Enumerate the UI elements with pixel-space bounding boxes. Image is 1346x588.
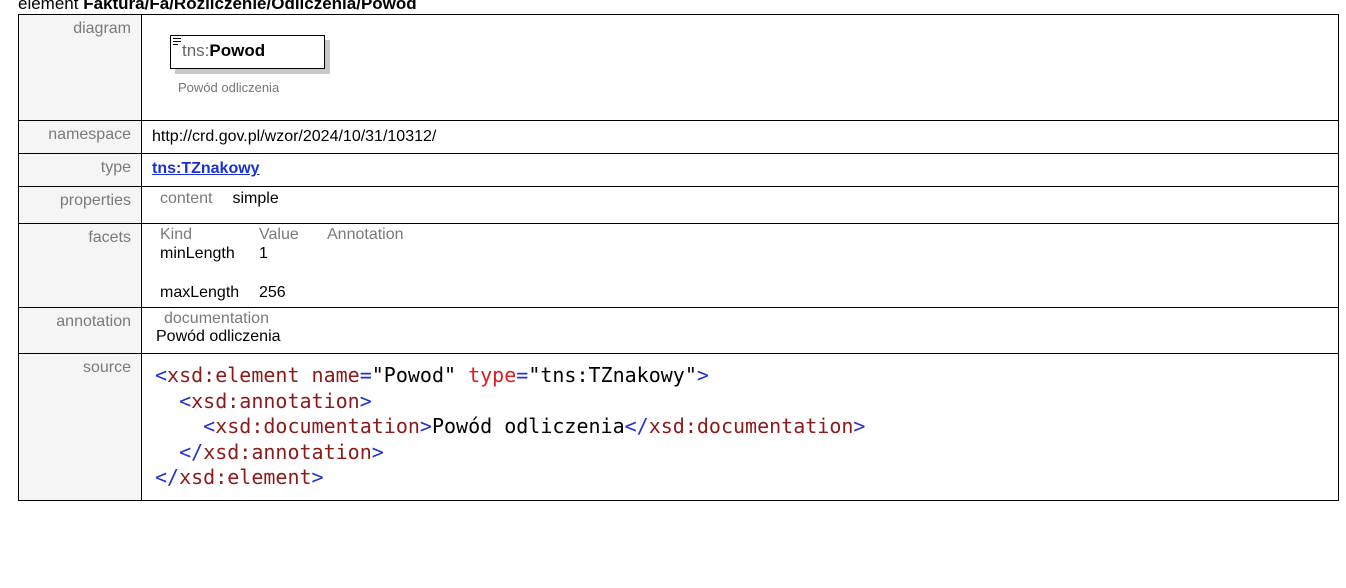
annotation-key: documentation: [164, 310, 269, 327]
source-line: <xsd:documentation>Powód odliczenia</xsd…: [203, 414, 866, 438]
properties-table: content simple: [152, 187, 1338, 208]
heading-prefix: element: [18, 0, 79, 13]
properties-row: properties content simple: [18, 186, 1339, 224]
diagram-label: diagram: [18, 14, 142, 121]
page-heading: element Faktura/Fa/Rozliczenie/Odliczeni…: [18, 0, 417, 14]
source-label: source: [18, 353, 142, 501]
diagram-element-name: tns:Powod: [182, 41, 265, 61]
facets-header-kind: Kind: [160, 226, 193, 243]
annotation-table: documentation Powód odliczenia: [152, 308, 1338, 346]
type-link[interactable]: tns:TZnakowy: [152, 154, 260, 178]
annotation-row: annotation documentation Powód odliczeni…: [18, 307, 1339, 354]
facets-header-annotation: Annotation: [327, 226, 404, 243]
source-code: <xsd:element name="Powod" type="tns:TZna…: [152, 354, 1338, 491]
facet-value: 1: [259, 245, 268, 262]
facet-kind: maxLength: [160, 284, 240, 301]
property-key: content: [160, 190, 213, 207]
diagram-cell: tns:Powod Powód odliczenia: [141, 14, 1339, 121]
facets-label: facets: [18, 223, 142, 308]
source-row: source <xsd:element name="Powod" type="t…: [18, 353, 1339, 501]
facet-value: 256: [259, 284, 286, 301]
element-diagram-box[interactable]: tns:Powod: [170, 35, 325, 69]
facet-kind: minLength: [160, 245, 235, 262]
facet-row: maxLength 256: [160, 284, 1338, 302]
element-documentation-table: diagram tns:Powod Powód odliczenia names…: [18, 14, 1339, 501]
type-label: type: [18, 153, 142, 187]
annotation-lines-icon: [173, 38, 181, 47]
diagram-documentation: Powód odliczenia: [178, 80, 280, 95]
heading-path: Faktura/Fa/Rozliczenie/Odliczenia/Powod: [83, 0, 417, 13]
property-value: simple: [232, 190, 279, 207]
facets-header: Kind Value Annotation: [160, 226, 1338, 244]
type-row: type tns:TZnakowy: [18, 153, 1339, 187]
source-line: </xsd:element>: [155, 465, 324, 489]
facet-row: minLength 1: [160, 245, 1338, 263]
diagram-name: Powod: [209, 41, 266, 60]
namespace-label: namespace: [18, 120, 142, 154]
namespace-row: namespace http://crd.gov.pl/wzor/2024/10…: [18, 120, 1339, 154]
annotation-label: annotation: [18, 307, 142, 354]
namespace-value: http://crd.gov.pl/wzor/2024/10/31/10312/: [152, 128, 437, 145]
source-line: </xsd:annotation>: [179, 439, 384, 464]
annotation-value: Powód odliczenia: [156, 328, 281, 345]
facets-row: facets Kind Value Annotation minLength 1…: [18, 223, 1339, 308]
source-line: <xsd:annotation>: [179, 388, 372, 413]
source-line: <xsd:element name="Powod" type="tns:TZna…: [155, 363, 709, 387]
diagram-prefix: tns:: [182, 41, 210, 60]
diagram-row: diagram tns:Powod Powód odliczenia: [18, 14, 1339, 121]
facets-header-value: Value: [259, 226, 299, 243]
facets-table: Kind Value Annotation minLength 1 maxLen…: [152, 224, 1338, 302]
properties-label: properties: [18, 186, 142, 224]
